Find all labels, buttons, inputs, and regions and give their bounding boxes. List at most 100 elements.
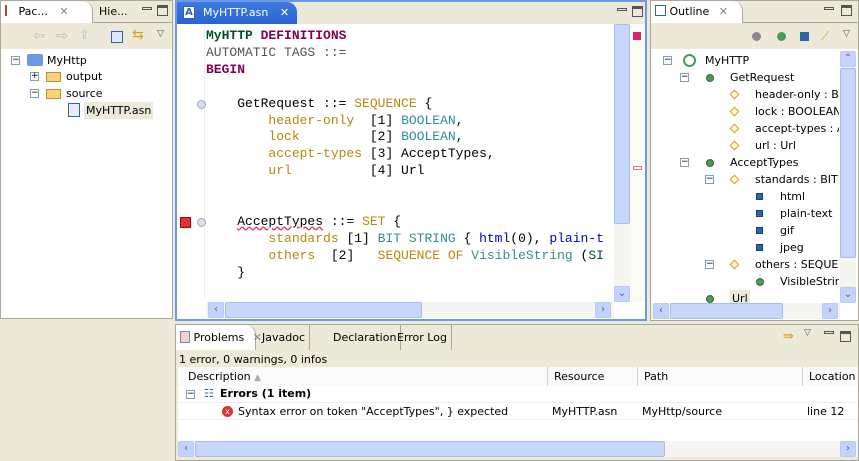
tab-outline[interactable]: Outline ✕ xyxy=(651,1,743,23)
errors-group-row[interactable]: − ☷ Errors (1 item) xyxy=(178,386,858,403)
error-icon: x xyxy=(222,406,233,417)
close-icon[interactable]: ✕ xyxy=(280,6,289,19)
view-menu-icon[interactable]: ▽ xyxy=(157,29,164,39)
maximize-button[interactable] xyxy=(840,331,851,342)
left-tab-row: Pac... ✕ Hie... xyxy=(1,1,172,23)
collapse-toggle[interactable]: − xyxy=(663,56,672,65)
outline-tree: − MyHTTP − GetRequest header-only : BC lock :… xyxy=(651,51,839,303)
tab-package-explorer[interactable]: Pac... ✕ xyxy=(1,1,93,23)
tab-hierarchy[interactable]: Hie... xyxy=(95,1,132,23)
code-token: header-only xyxy=(268,112,355,128)
scroll-thumb[interactable] xyxy=(614,24,630,224)
tab-problems[interactable]: Problems ✕ xyxy=(176,325,262,350)
code-token: MyHTTP xyxy=(206,28,261,43)
minimize-button[interactable] xyxy=(824,7,834,10)
back-icon[interactable]: ⇦ xyxy=(33,28,45,44)
collapse-toggle[interactable]: − xyxy=(680,158,689,167)
collapse-toggle[interactable]: − xyxy=(705,260,714,269)
editor-vertical-scrollbar[interactable]: ⌄ xyxy=(614,24,630,302)
code-token: SEQUENCE OF xyxy=(377,247,464,263)
code-token: [2] xyxy=(315,247,378,263)
code-area[interactable]: MyHTTP DEFINITIONS AUTOMATIC TAGS ::= BEGI… xyxy=(206,27,614,300)
hide-types-icon[interactable] xyxy=(777,32,786,41)
minimize-button[interactable] xyxy=(617,8,627,11)
type-icon xyxy=(756,278,764,286)
code-token: GetRequest ::= xyxy=(206,95,355,111)
outline-item-label: standards : BIT S xyxy=(755,173,839,186)
code-line: url [4] Url xyxy=(206,162,424,179)
type-icon xyxy=(706,295,714,303)
overview-ruler[interactable] xyxy=(630,24,645,302)
asn-file-error-icon xyxy=(68,103,80,117)
value-icon xyxy=(756,227,763,234)
code-token: VisibleString xyxy=(471,247,573,263)
field-icon xyxy=(729,106,740,117)
code-token: [1] xyxy=(338,230,378,246)
scroll-right-button[interactable]: › xyxy=(840,441,856,457)
error-quickfix-icon[interactable] xyxy=(180,217,191,228)
scroll-right-button[interactable]: › xyxy=(595,302,611,318)
scroll-left-button[interactable]: ‹ xyxy=(653,303,669,319)
fold-icon[interactable] xyxy=(197,100,206,109)
tab-error-log[interactable]: Error Log xyxy=(393,325,452,350)
error-marker[interactable] xyxy=(633,32,641,40)
expand-toggle[interactable]: + xyxy=(30,72,39,81)
fold-icon[interactable] xyxy=(197,218,206,227)
scroll-thumb[interactable] xyxy=(840,68,856,258)
outline-horizontal-scrollbar[interactable]: ‹ › xyxy=(651,303,840,319)
tab-declaration[interactable]: Declaration xyxy=(329,325,402,350)
maximize-button[interactable] xyxy=(841,5,852,16)
link-with-editor-icon[interactable]: ⇆ xyxy=(132,27,144,43)
column-header-path[interactable]: Path xyxy=(638,367,803,386)
problems-status: 1 error, 0 warnings, 0 infos xyxy=(179,353,328,366)
collapse-toggle[interactable]: − xyxy=(705,175,714,184)
package-explorer-icon xyxy=(5,5,15,16)
minimize-button[interactable] xyxy=(824,331,834,334)
problems-horizontal-scrollbar[interactable]: ‹ › xyxy=(178,441,858,457)
tab-javadoc[interactable]: Javadoc xyxy=(258,325,310,350)
scroll-left-button[interactable]: ‹ xyxy=(178,441,194,457)
collapse-toggle[interactable]: − xyxy=(30,89,39,98)
column-header-description[interactable]: Description ▲ xyxy=(178,367,548,386)
scroll-thumb[interactable] xyxy=(225,302,422,318)
maximize-button[interactable] xyxy=(157,5,168,16)
collapse-toggle[interactable]: − xyxy=(11,56,20,65)
outline-panel: Outline ✕ ⟋ ▽ − MyHTTP − GetRequest header-o… xyxy=(650,0,859,321)
up-icon[interactable]: ⇧ xyxy=(79,28,90,43)
column-header-location[interactable]: Location xyxy=(803,367,858,386)
column-header-resource[interactable]: Resource xyxy=(548,367,638,386)
minimize-button[interactable] xyxy=(142,7,152,10)
error-marker[interactable] xyxy=(633,166,642,170)
close-icon[interactable]: ✕ xyxy=(719,5,728,18)
collapse-all-icon[interactable] xyxy=(111,31,123,43)
scroll-thumb[interactable] xyxy=(195,441,665,457)
collapse-toggle[interactable]: − xyxy=(680,73,689,82)
hide-values-icon[interactable] xyxy=(800,32,809,41)
tab-myhttp-asn[interactable]: A MyHTTP.asn ✕ xyxy=(177,2,297,24)
scroll-thumb[interactable] xyxy=(670,303,783,319)
scroll-down-button[interactable]: ⌄ xyxy=(614,286,630,302)
scroll-up-button[interactable]: ⌃ xyxy=(840,51,856,67)
scroll-down-button[interactable]: ⌄ xyxy=(840,287,856,303)
table-row[interactable]: x Syntax error on token "AcceptTypes", }… xyxy=(178,403,858,420)
collapse-toggle[interactable]: − xyxy=(186,390,195,399)
view-menu-icon[interactable]: ▽ xyxy=(804,328,811,338)
hide-fields-icon[interactable] xyxy=(752,32,761,41)
module-icon xyxy=(683,54,696,67)
sort-icon[interactable]: ⟋ xyxy=(821,29,829,44)
forward-icon[interactable]: ⇨ xyxy=(56,28,68,44)
editor-horizontal-scrollbar[interactable]: ‹ › xyxy=(206,302,614,318)
filter-icon[interactable]: ⇛ xyxy=(783,329,794,344)
close-icon[interactable]: ✕ xyxy=(59,5,68,18)
problems-icon xyxy=(180,331,190,343)
type-icon xyxy=(706,74,714,82)
outline-toolbar: ⟋ ▽ xyxy=(651,23,858,49)
maximize-button[interactable] xyxy=(632,6,643,17)
scroll-right-button[interactable]: › xyxy=(822,303,838,319)
scroll-left-button[interactable]: ‹ xyxy=(208,302,224,318)
outline-item-label: jpeg xyxy=(780,241,804,254)
outline-vertical-scrollbar[interactable]: ⌃ ⌄ xyxy=(840,51,856,303)
view-menu-icon[interactable]: ▽ xyxy=(843,29,850,39)
code-token: standards xyxy=(268,230,339,246)
